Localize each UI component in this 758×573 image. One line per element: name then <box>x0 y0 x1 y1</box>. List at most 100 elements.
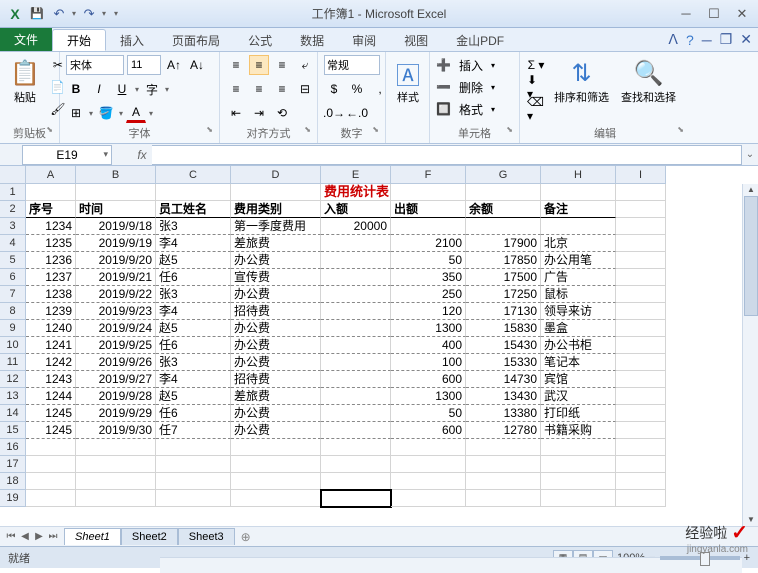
cell[interactable] <box>616 269 666 286</box>
cell[interactable] <box>466 456 541 473</box>
col-header-H[interactable]: H <box>541 166 616 184</box>
align-right-button[interactable]: ≡ <box>272 79 292 99</box>
underline-dropdown[interactable]: ▾ <box>135 85 139 94</box>
cell[interactable] <box>76 490 156 507</box>
row-header-14[interactable]: 14 <box>0 405 26 422</box>
cell[interactable]: 100 <box>391 354 466 371</box>
cell[interactable]: 办公费 <box>231 252 321 269</box>
cell[interactable] <box>616 337 666 354</box>
cell[interactable]: 员工姓名 <box>156 201 231 218</box>
cell[interactable]: 2019/9/27 <box>76 371 156 388</box>
minimize-ribbon-icon[interactable]: ᐱ <box>668 31 678 48</box>
col-header-G[interactable]: G <box>466 166 541 184</box>
sheet-tab-3[interactable]: Sheet3 <box>178 528 235 545</box>
cell[interactable]: 1242 <box>26 354 76 371</box>
find-select-button[interactable]: 🔍 查找和选择 <box>617 55 680 107</box>
cell[interactable] <box>616 235 666 252</box>
row-header-13[interactable]: 13 <box>0 388 26 405</box>
sheet-tab-2[interactable]: Sheet2 <box>121 528 178 545</box>
cell[interactable]: 李4 <box>156 371 231 388</box>
col-header-A[interactable]: A <box>26 166 76 184</box>
cell[interactable] <box>321 422 391 439</box>
cell[interactable] <box>391 456 466 473</box>
cell[interactable] <box>156 473 231 490</box>
cell[interactable]: 13430 <box>466 388 541 405</box>
cell[interactable]: 赵5 <box>156 320 231 337</box>
row-header-10[interactable]: 10 <box>0 337 26 354</box>
cell[interactable]: 余额 <box>466 201 541 218</box>
cell[interactable] <box>231 184 321 201</box>
cell[interactable]: 鼠标 <box>541 286 616 303</box>
align-top-button[interactable]: ≡ <box>226 55 246 75</box>
cell[interactable] <box>616 286 666 303</box>
help-icon[interactable]: ? <box>686 32 694 48</box>
cell[interactable] <box>391 218 466 235</box>
cell[interactable]: 书籍采购 <box>541 422 616 439</box>
horizontal-scrollbar[interactable] <box>160 557 742 573</box>
cell[interactable]: 办公费 <box>231 354 321 371</box>
cell[interactable] <box>321 388 391 405</box>
cell[interactable]: 1239 <box>26 303 76 320</box>
increase-indent-button[interactable]: ⇥ <box>249 103 269 123</box>
cell[interactable]: 宣传费 <box>231 269 321 286</box>
cell[interactable]: 17130 <box>466 303 541 320</box>
cell[interactable] <box>321 235 391 252</box>
cell[interactable] <box>321 473 391 490</box>
cell[interactable] <box>616 252 666 269</box>
row-header-4[interactable]: 4 <box>0 235 26 252</box>
cell[interactable] <box>321 456 391 473</box>
decrease-decimal-button[interactable]: ←.0 <box>347 103 367 123</box>
cell[interactable]: 2019/9/29 <box>76 405 156 422</box>
cell[interactable] <box>321 439 391 456</box>
cell[interactable]: 赵5 <box>156 388 231 405</box>
cell[interactable]: 50 <box>391 252 466 269</box>
tab-pdf[interactable]: 金山PDF <box>442 29 518 51</box>
cell[interactable] <box>391 473 466 490</box>
cell[interactable] <box>321 252 391 269</box>
tab-layout[interactable]: 页面布局 <box>158 29 234 51</box>
col-header-F[interactable]: F <box>391 166 466 184</box>
cell[interactable]: 2100 <box>391 235 466 252</box>
cell[interactable] <box>616 184 666 201</box>
cell[interactable]: 1243 <box>26 371 76 388</box>
cell[interactable] <box>231 490 321 507</box>
cell[interactable]: 第一季度费用 <box>231 218 321 235</box>
cell[interactable] <box>541 439 616 456</box>
delete-dropdown[interactable]: ▾ <box>491 83 495 92</box>
cell[interactable]: 打印纸 <box>541 405 616 422</box>
vertical-scrollbar[interactable]: ▲ ▼ <box>742 184 758 526</box>
cell[interactable]: 墨盒 <box>541 320 616 337</box>
cell[interactable]: 17500 <box>466 269 541 286</box>
cell[interactable]: 办公费 <box>231 286 321 303</box>
tab-last[interactable]: ⏭ <box>46 531 60 542</box>
cell[interactable]: 时间 <box>76 201 156 218</box>
cell[interactable] <box>26 439 76 456</box>
cell[interactable]: 入额 <box>321 201 391 218</box>
cell[interactable] <box>391 490 466 507</box>
cell[interactable] <box>321 269 391 286</box>
bold-button[interactable]: B <box>66 79 86 99</box>
row-header-8[interactable]: 8 <box>0 303 26 320</box>
currency-button[interactable]: $ <box>324 79 344 99</box>
cell[interactable] <box>26 456 76 473</box>
fill-color-button[interactable]: 🪣 <box>96 103 116 123</box>
number-format-selector[interactable] <box>324 55 380 75</box>
cell[interactable] <box>466 473 541 490</box>
cell[interactable]: 李4 <box>156 303 231 320</box>
row-header-1[interactable]: 1 <box>0 184 26 201</box>
cell[interactable] <box>466 218 541 235</box>
file-tab[interactable]: 文件 <box>0 28 52 51</box>
cell[interactable]: 2019/9/21 <box>76 269 156 286</box>
cell[interactable] <box>156 490 231 507</box>
cell[interactable]: 北京 <box>541 235 616 252</box>
row-header-17[interactable]: 17 <box>0 456 26 473</box>
new-sheet-button[interactable]: ⊕ <box>235 530 257 544</box>
cell[interactable]: 张3 <box>156 354 231 371</box>
cell[interactable] <box>321 490 391 507</box>
fx-icon[interactable]: fx <box>132 148 152 162</box>
insert-button[interactable]: 插入 <box>454 55 488 75</box>
row-header-3[interactable]: 3 <box>0 218 26 235</box>
select-all-corner[interactable] <box>0 166 26 184</box>
cell[interactable] <box>391 184 466 201</box>
cell[interactable]: 1245 <box>26 422 76 439</box>
